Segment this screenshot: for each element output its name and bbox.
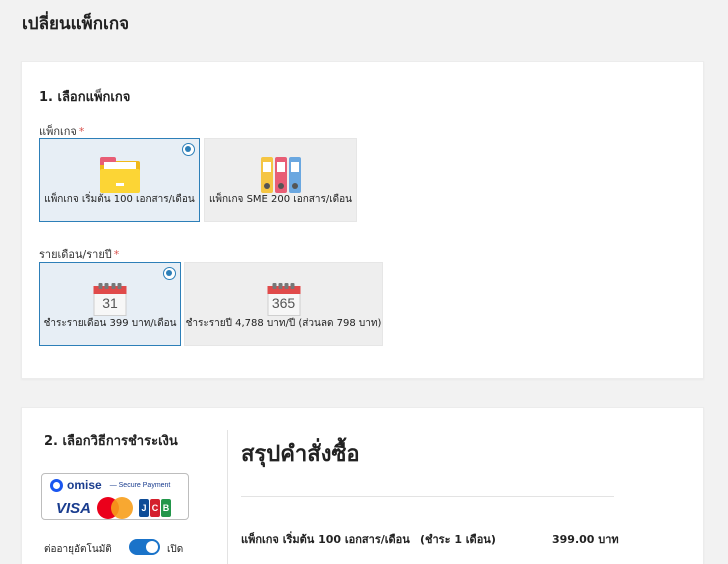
summary-item-name: แพ็กเกจ เริ่มต้น 100 เอกสาร/เดือน bbox=[241, 533, 410, 546]
calendar-day-number: 31 bbox=[102, 295, 118, 311]
billing-option-yearly[interactable]: 365 ชำระรายปี 4,788 บาท/ปี (ส่วนลด 798 บ… bbox=[184, 262, 383, 346]
auto-renew-label: ต่ออายุอัตโนมัติ bbox=[44, 544, 112, 555]
visa-logo: VISA bbox=[56, 499, 92, 517]
billing-option-label: ชำระรายเดือน 399 บาท/เดือน bbox=[43, 318, 177, 329]
radio-selected-icon[interactable] bbox=[163, 267, 176, 280]
binders-icon bbox=[260, 157, 301, 193]
package-selection-card: 1. เลือกแพ็กเกจ แพ็กเกจ * แพ็กเกจ เริ่มต้… bbox=[21, 61, 704, 379]
omise-brand: omise bbox=[67, 478, 102, 492]
required-mark: * bbox=[78, 125, 85, 138]
summary-divider bbox=[241, 496, 614, 497]
package-option-label: แพ็กเกจ SME 200 เอกสาร/เดือน bbox=[208, 194, 353, 205]
auto-renew-state: เปิด bbox=[167, 544, 184, 555]
jcb-logo: JCB bbox=[139, 499, 172, 517]
billing-option-label: ชำระรายปี 4,788 บาท/ปี (ส่วนลด 798 บาท) bbox=[185, 318, 382, 329]
calendar-icon: 31 bbox=[93, 283, 127, 317]
radio-selected-icon[interactable] bbox=[182, 143, 195, 156]
step1-title: 1. เลือกแพ็กเกจ bbox=[39, 90, 131, 105]
step2-title: 2. เลือกวิธีการชำระเงิน bbox=[44, 434, 178, 449]
auto-renew-toggle[interactable] bbox=[129, 539, 160, 555]
billing-field-label: รายเดือน/รายปี * bbox=[39, 245, 119, 263]
calendar-day-number: 365 bbox=[271, 295, 296, 311]
billing-label-text: รายเดือน/รายปี bbox=[39, 248, 112, 261]
summary-item-period: (ชำระ 1 เดือน) bbox=[420, 533, 496, 546]
calendar-icon: 365 bbox=[267, 283, 300, 317]
page-title: เปลี่ยนแพ็กเกจ bbox=[22, 14, 130, 34]
summary-item-price: 399.00 บาท bbox=[552, 533, 619, 546]
omise-secure-payment-badge: omise — Secure Payment VISA JCB bbox=[41, 473, 189, 520]
folder-icon bbox=[99, 157, 140, 193]
package-label-text: แพ็กเกจ bbox=[39, 125, 77, 138]
omise-secure-text: — Secure Payment bbox=[109, 481, 171, 489]
billing-option-monthly[interactable]: 31 ชำระรายเดือน 399 บาท/เดือน bbox=[39, 262, 181, 346]
column-divider bbox=[227, 430, 228, 564]
order-summary-title: สรุปคำสั่งซื้อ bbox=[241, 442, 360, 467]
package-option-starter[interactable]: แพ็กเกจ เริ่มต้น 100 เอกสาร/เดือน bbox=[39, 138, 200, 222]
required-mark: * bbox=[113, 248, 120, 261]
omise-logo-icon bbox=[50, 478, 63, 492]
mastercard-icon bbox=[97, 497, 134, 519]
payment-card: 2. เลือกวิธีการชำระเงิน omise — Secure P… bbox=[21, 407, 704, 564]
package-option-label: แพ็กเกจ เริ่มต้น 100 เอกสาร/เดือน bbox=[44, 194, 195, 205]
package-option-sme[interactable]: แพ็กเกจ SME 200 เอกสาร/เดือน bbox=[204, 138, 357, 222]
